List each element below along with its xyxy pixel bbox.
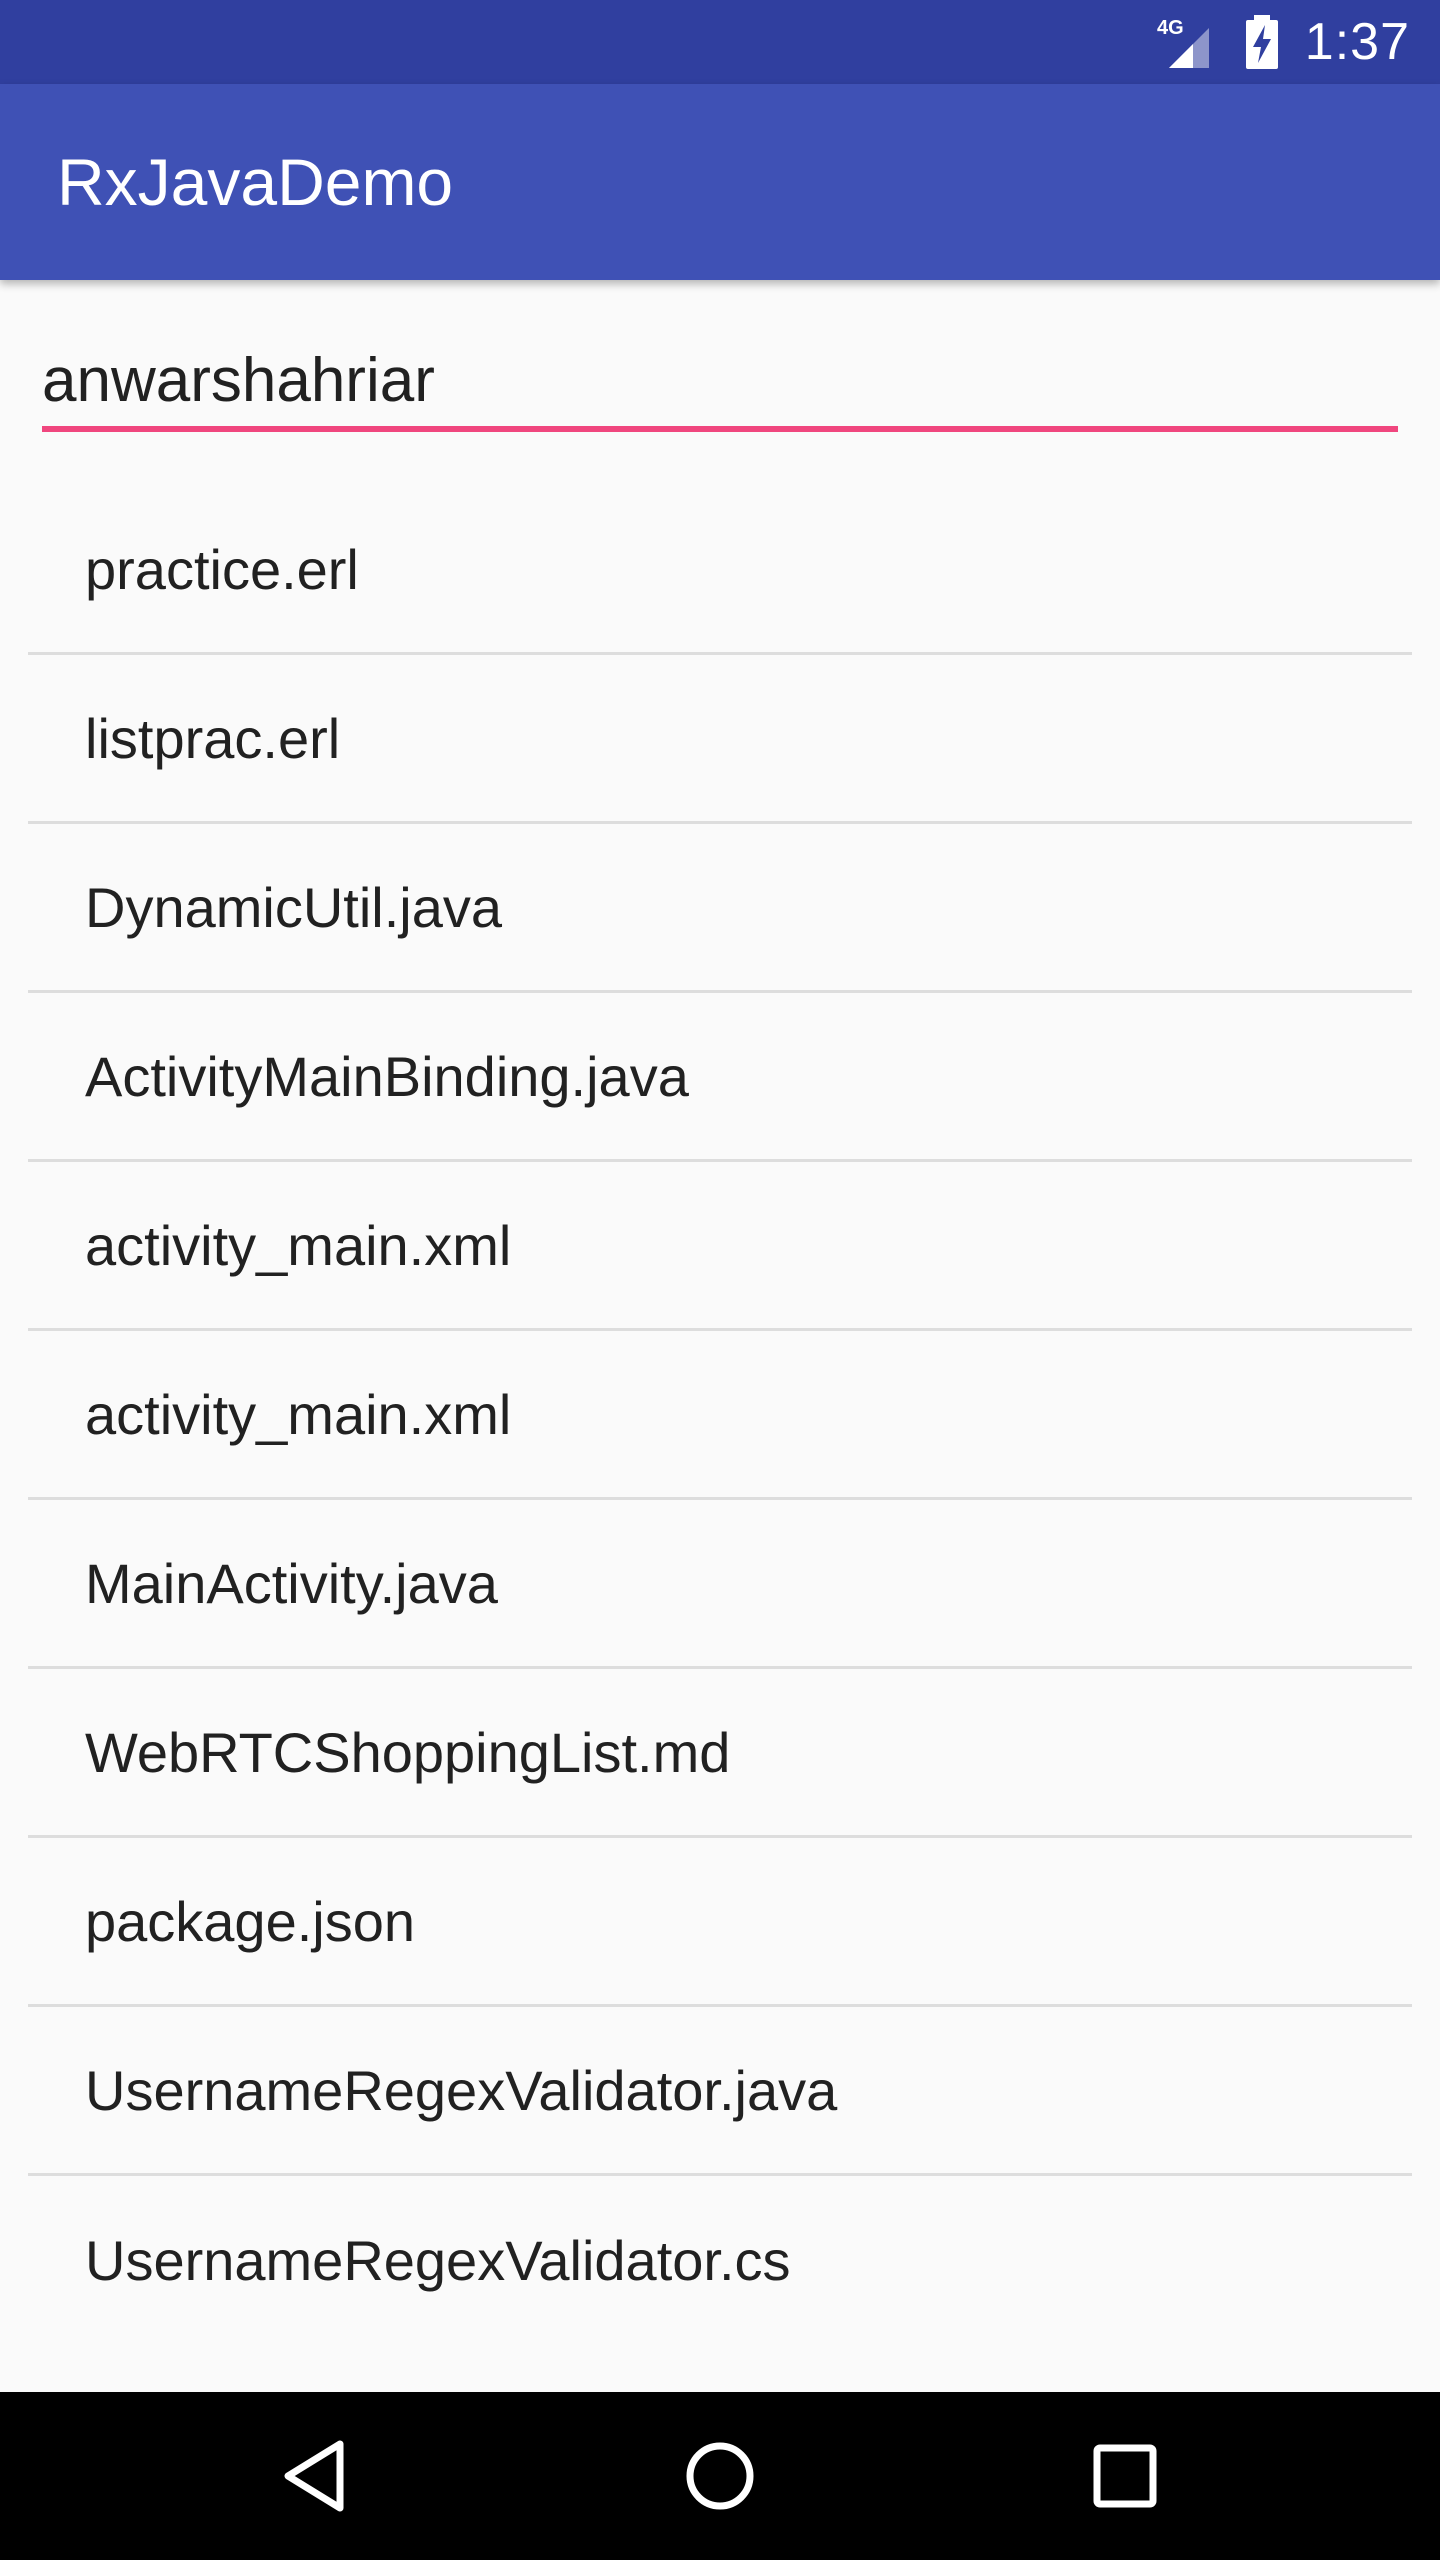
list-item-label: activity_main.xml bbox=[85, 1382, 512, 1446]
list-item[interactable]: activity_main.xml bbox=[28, 1331, 1412, 1500]
list-item[interactable]: DynamicUtil.java bbox=[28, 824, 1412, 993]
list-item-label: listprac.erl bbox=[85, 706, 341, 770]
recents-icon bbox=[1093, 2444, 1157, 2508]
list-item-label: MainActivity.java bbox=[85, 1551, 498, 1615]
list-item[interactable]: practice.erl bbox=[28, 486, 1412, 655]
list-item-label: ActivityMainBinding.java bbox=[85, 1044, 689, 1108]
list-item-label: practice.erl bbox=[85, 537, 359, 601]
app-bar: RxJavaDemo bbox=[0, 84, 1440, 280]
app-title: RxJavaDemo bbox=[57, 145, 454, 219]
home-icon bbox=[686, 2442, 754, 2510]
status-bar: 4G 1:37 bbox=[0, 0, 1440, 84]
battery-charging-icon bbox=[1245, 15, 1279, 69]
search-field bbox=[42, 330, 1398, 436]
search-underline bbox=[42, 426, 1398, 432]
back-button[interactable] bbox=[215, 2392, 415, 2560]
list-item[interactable]: UsernameRegexValidator.java bbox=[28, 2007, 1412, 2176]
list-item-label: UsernameRegexValidator.cs bbox=[85, 2229, 791, 2292]
screen: 4G 1:37 RxJavaDemo practice.erl listprac… bbox=[0, 0, 1440, 2560]
status-time: 1:37 bbox=[1304, 13, 1410, 71]
list-item-label: UsernameRegexValidator.java bbox=[85, 2058, 838, 2122]
home-button[interactable] bbox=[620, 2392, 820, 2560]
list-item[interactable]: WebRTCShoppingList.md bbox=[28, 1669, 1412, 1838]
navigation-bar bbox=[0, 2392, 1440, 2560]
list-item[interactable]: activity_main.xml bbox=[28, 1162, 1412, 1331]
search-input[interactable] bbox=[42, 330, 1398, 430]
result-list: practice.erl listprac.erl DynamicUtil.ja… bbox=[28, 486, 1412, 2345]
list-item-label: WebRTCShoppingList.md bbox=[85, 1720, 731, 1784]
list-item[interactable]: package.json bbox=[28, 1838, 1412, 2007]
list-item-label: activity_main.xml bbox=[85, 1213, 512, 1277]
list-item[interactable]: MainActivity.java bbox=[28, 1500, 1412, 1669]
list-item[interactable]: listprac.erl bbox=[28, 655, 1412, 824]
list-item[interactable]: ActivityMainBinding.java bbox=[28, 993, 1412, 1162]
signal-icon: 4G bbox=[1157, 14, 1219, 70]
recents-button[interactable] bbox=[1025, 2392, 1225, 2560]
network-type-label: 4G bbox=[1157, 17, 1184, 39]
list-item[interactable]: UsernameRegexValidator.cs bbox=[28, 2176, 1412, 2345]
list-item-label: package.json bbox=[85, 1889, 416, 1953]
back-icon bbox=[284, 2440, 344, 2512]
list-item-label: DynamicUtil.java bbox=[85, 875, 502, 939]
